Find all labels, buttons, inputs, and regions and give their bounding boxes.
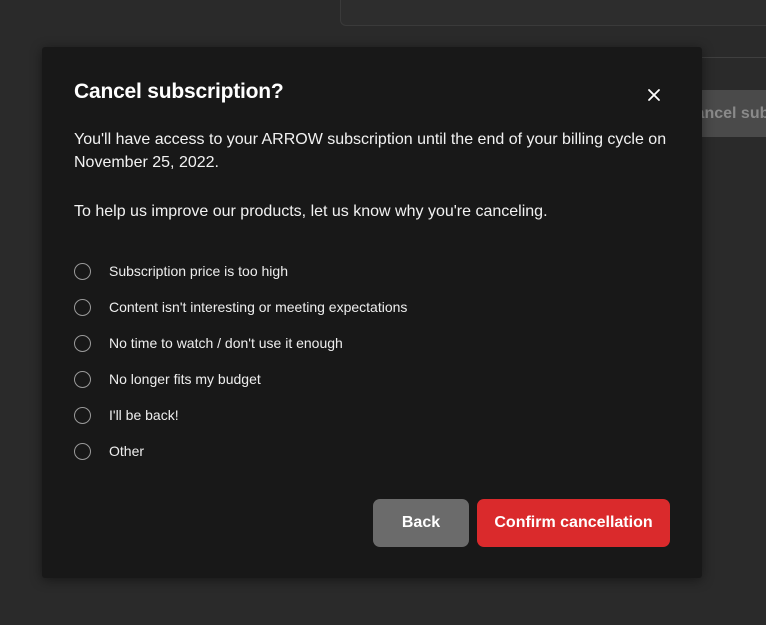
cancel-subscription-dialog: Cancel subscription? You'll have access …: [42, 47, 702, 578]
close-icon: [648, 89, 660, 101]
dialog-title: Cancel subscription?: [74, 80, 284, 103]
reason-option-label: No time to watch / don't use it enough: [109, 335, 343, 351]
radio-button[interactable]: [74, 370, 91, 388]
reason-option-price-too-high[interactable]: Subscription price is too high: [74, 253, 407, 289]
background-card: [340, 0, 766, 26]
reason-prompt: To help us improve our products, let us …: [74, 203, 548, 220]
back-button[interactable]: Back: [373, 499, 469, 547]
reason-option-label: Content isn't interesting or meeting exp…: [109, 299, 408, 315]
billing-cycle-description: You'll have access to your ARROW subscri…: [74, 131, 667, 171]
radio-button[interactable]: [74, 406, 91, 424]
reason-option-label: No longer fits my budget: [109, 371, 261, 387]
radio-button[interactable]: [74, 262, 91, 280]
reason-option-budget[interactable]: No longer fits my budget: [74, 361, 407, 397]
reason-option-other[interactable]: Other: [74, 433, 407, 469]
background-divider: [700, 57, 766, 58]
radio-button[interactable]: [74, 298, 91, 316]
reason-option-no-time[interactable]: No time to watch / don't use it enough: [74, 325, 407, 361]
confirm-cancellation-button[interactable]: Confirm cancellation: [477, 499, 670, 547]
reason-option-label: Subscription price is too high: [109, 263, 288, 279]
reason-option-content-not-interesting[interactable]: Content isn't interesting or meeting exp…: [74, 289, 407, 325]
close-button[interactable]: [642, 83, 666, 107]
reason-options-list: Subscription price is too high Content i…: [74, 253, 407, 469]
reason-option-label: I'll be back!: [109, 407, 179, 423]
reason-option-be-back[interactable]: I'll be back!: [74, 397, 407, 433]
radio-button[interactable]: [74, 442, 91, 460]
reason-option-label: Other: [109, 443, 145, 459]
radio-button[interactable]: [74, 334, 91, 352]
